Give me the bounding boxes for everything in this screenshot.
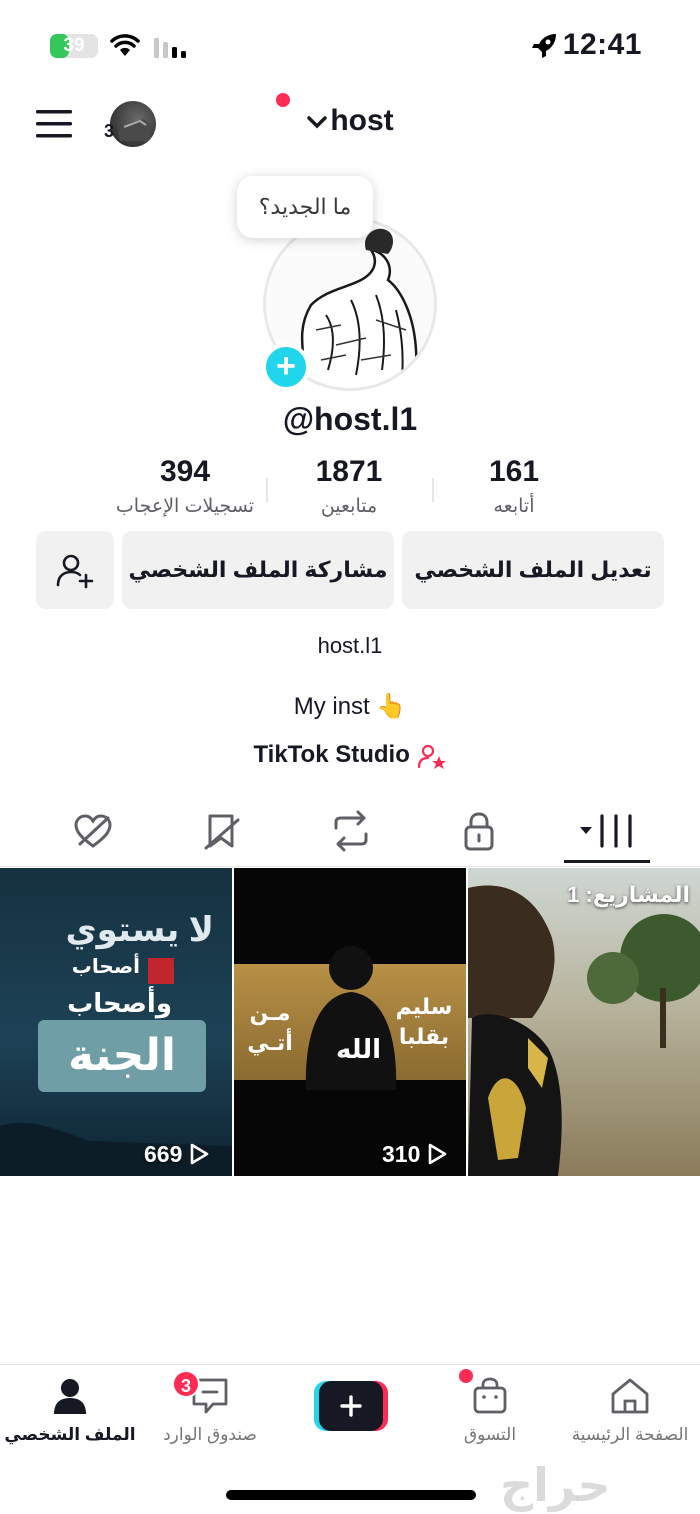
battery-indicator: 39 bbox=[50, 34, 98, 58]
following-label: أتابعه bbox=[493, 496, 535, 517]
creator-star-icon bbox=[417, 744, 446, 769]
video-caption-highlight bbox=[148, 958, 174, 984]
edit-profile-button[interactable]: تعديل الملف الشخصي bbox=[402, 531, 664, 609]
shopping-bag-icon bbox=[473, 1377, 507, 1414]
drafts-thumbnail[interactable]: المشاريع: 1 bbox=[468, 868, 700, 1176]
liked-icon[interactable] bbox=[68, 810, 118, 852]
video-thumbnail[interactable]: الله مـن أتـي سليم بقلبا 310 bbox=[234, 868, 466, 1176]
play-icon bbox=[428, 1143, 447, 1165]
account-title-text: host bbox=[330, 104, 394, 137]
following-count: 161 bbox=[488, 455, 540, 488]
view-count: 669 bbox=[144, 1141, 209, 1168]
favorites-icon[interactable] bbox=[198, 810, 248, 852]
wifi-icon bbox=[110, 34, 140, 56]
nav-shop[interactable]: التسوق bbox=[420, 1376, 560, 1445]
active-tab-indicator bbox=[564, 860, 650, 863]
bottom-nav-separator bbox=[0, 1364, 700, 1365]
view-count-number: 310 bbox=[382, 1141, 421, 1167]
reposts-icon[interactable] bbox=[326, 810, 376, 852]
account-title[interactable]: host bbox=[0, 104, 700, 138]
nav-inbox-label: صندوق الوارد bbox=[163, 1425, 257, 1444]
profile-bio: My inst 👆 bbox=[0, 692, 700, 721]
video-caption: لا يستوي bbox=[65, 911, 214, 949]
video-caption: أصحاب bbox=[71, 956, 140, 978]
cellular-signal-icon bbox=[154, 38, 186, 58]
nav-home-label: الصفحة الرئيسية bbox=[571, 1425, 689, 1444]
bio-text: My inst bbox=[293, 693, 370, 720]
shop-notification-dot bbox=[459, 1369, 473, 1383]
video-thumbnail[interactable]: لا يستوي أصحاب وأصحاب الجنة 669 bbox=[0, 868, 232, 1176]
nav-profile[interactable]: الملف الشخصي bbox=[0, 1376, 140, 1445]
view-count: 310 bbox=[382, 1141, 447, 1168]
add-user-icon bbox=[56, 554, 94, 589]
pointing-hand-emoji: 👆 bbox=[376, 693, 407, 720]
video-caption: وأصحاب bbox=[67, 988, 172, 1018]
inbox-badge: 3 bbox=[172, 1370, 200, 1398]
rocket-icon bbox=[532, 34, 556, 58]
game-character-graphic bbox=[468, 885, 700, 1176]
video-caption: الجنة bbox=[38, 1020, 206, 1092]
add-friends-button[interactable] bbox=[36, 531, 114, 609]
add-story-plus-icon[interactable]: + bbox=[262, 343, 310, 391]
video-caption: الله bbox=[336, 1034, 382, 1064]
drafts-label: المشاريع: 1 bbox=[567, 882, 690, 907]
view-count-number: 669 bbox=[144, 1141, 183, 1167]
profile-filled-icon bbox=[54, 1379, 86, 1414]
profile-nickname: host.l1 bbox=[317, 633, 383, 658]
video-caption: سليم بقلبا bbox=[395, 994, 453, 1049]
profile-handle: @host.l1 bbox=[282, 401, 418, 437]
nav-profile-label: الملف الشخصي bbox=[4, 1425, 136, 1444]
studio-link-text: TikTok Studio bbox=[253, 741, 410, 768]
whats-new-tooltip[interactable]: ما الجديد؟ bbox=[237, 176, 373, 238]
create-plus-button[interactable] bbox=[314, 1381, 388, 1431]
private-lock-icon[interactable] bbox=[454, 810, 504, 852]
home-indicator bbox=[226, 1490, 476, 1500]
person-silhouette bbox=[305, 946, 397, 1090]
nav-home[interactable]: الصفحة الرئيسية bbox=[560, 1376, 700, 1445]
battery-level-text: 39 bbox=[63, 35, 85, 56]
following-stat[interactable]: 161 أتابعه bbox=[414, 455, 614, 518]
videos-grid-icon[interactable] bbox=[580, 810, 636, 852]
share-profile-button[interactable]: مشاركة الملف الشخصي bbox=[122, 531, 394, 609]
play-icon bbox=[190, 1143, 209, 1165]
chevron-down-icon bbox=[307, 116, 328, 129]
status-time: 12:41 bbox=[562, 28, 642, 61]
nav-shop-label: التسوق bbox=[463, 1425, 517, 1444]
home-icon bbox=[611, 1378, 649, 1414]
nav-inbox[interactable]: صندوق الوارد bbox=[140, 1376, 280, 1445]
tab-separator bbox=[0, 866, 700, 867]
video-caption: مـن أتـي bbox=[247, 1000, 293, 1055]
tiktok-studio-link[interactable]: TikTok Studio bbox=[0, 741, 700, 769]
watermark-logo: حراج bbox=[500, 1459, 611, 1511]
